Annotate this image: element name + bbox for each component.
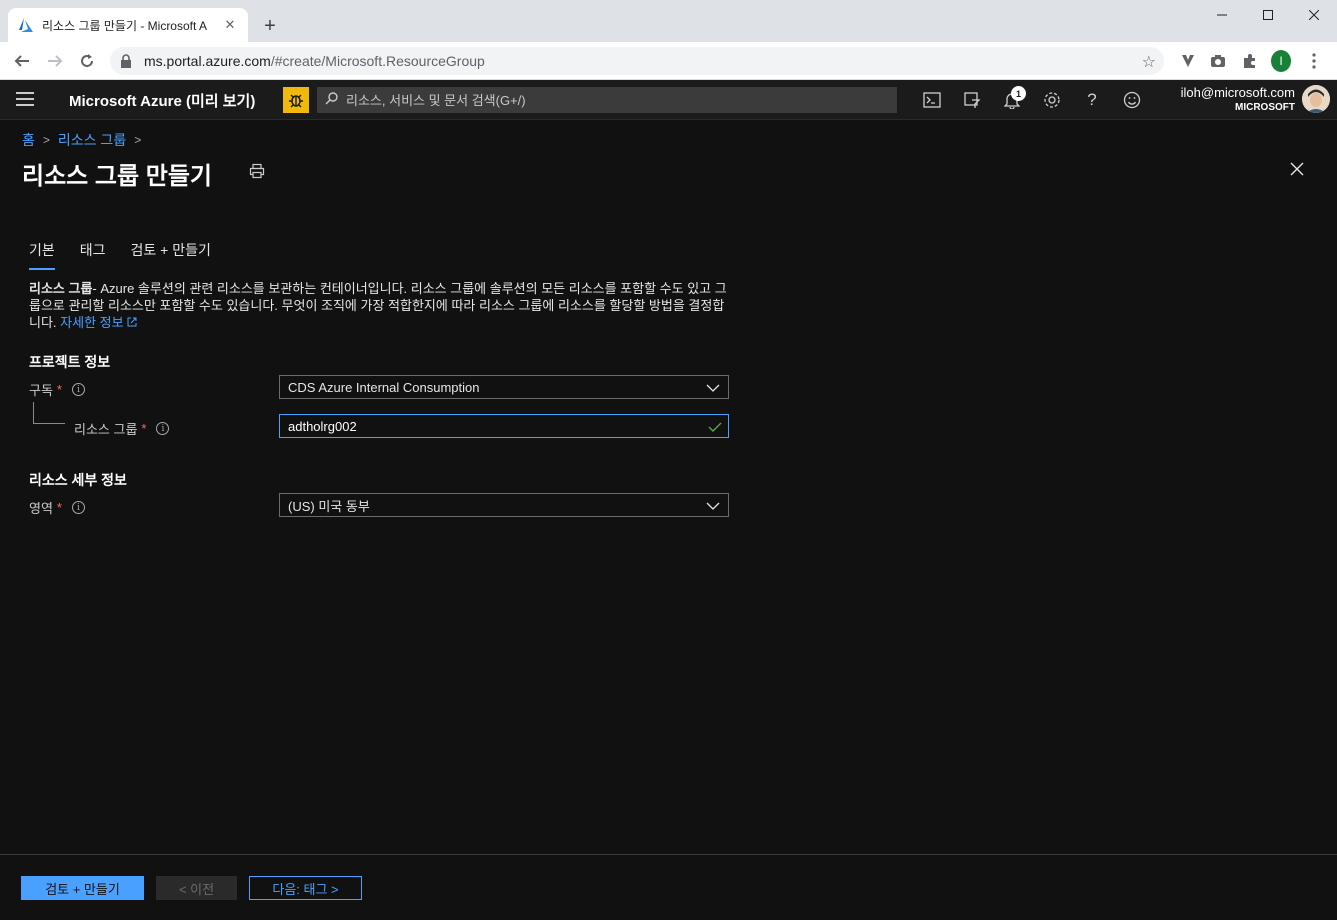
browser-tab-title: 리소스 그룹 만들기 - Microsoft A [42,18,208,33]
camera-icon[interactable] [1208,51,1228,71]
account-info[interactable]: iloh@microsoft.com MICROSOFT [1181,85,1295,113]
region-value: (US) 미국 동부 [288,498,370,514]
portal-menu-icon[interactable] [16,92,34,108]
global-search-input[interactable] [346,92,886,108]
review-create-button[interactable]: 검토 + 만들기 [21,876,144,900]
subscription-label: 구독 * i [29,380,85,399]
browser-toolbar: ms.portal.azure.com/#create/Microsoft.Re… [0,42,1337,80]
info-icon[interactable]: i [71,501,85,514]
breadcrumb-resource-groups[interactable]: 리소스 그룹 [58,130,126,150]
resource-group-field[interactable] [279,414,729,438]
azure-logo-icon [18,17,34,33]
chevron-down-icon [706,381,720,395]
azure-top-bar: Microsoft Azure (미리 보기) ? [0,80,1337,120]
info-icon[interactable]: i [156,422,170,435]
resource-group-label: 리소스 그룹 * i [74,419,170,438]
learn-more-link[interactable]: 자세한 정보 [60,315,137,330]
resource-details-heading: 리소스 세부 정보 [29,472,127,488]
close-icon[interactable] [1290,162,1310,182]
chevron-right-icon: > [134,133,142,147]
new-tab-button[interactable]: + [258,14,282,38]
next-tags-button[interactable]: 다음: 태그 > [249,876,362,900]
account-email: iloh@microsoft.com [1180,85,1295,100]
url-path: /#create/Microsoft.ResourceGroup [270,53,485,69]
tree-connector-line [33,402,65,424]
breadcrumb-home[interactable]: 홈 [22,130,35,150]
portal-brand[interactable]: Microsoft Azure (미리 보기) [69,90,255,111]
lock-icon [120,54,134,68]
browser-menu-icon[interactable] [1304,51,1324,71]
region-label: 영역 * i [29,498,85,517]
resource-group-input[interactable] [288,418,688,434]
description-text: 리소스 그룹- Azure 솔루션의 관련 리소스를 보관하는 컨테이너입니다.… [29,280,729,331]
extension-v-icon[interactable] [1178,51,1198,71]
chevron-down-icon [706,499,720,513]
directory-filter-icon[interactable] [962,90,982,110]
chevron-right-icon: > [42,133,50,147]
project-details-heading: 프로젝트 정보 [29,354,111,370]
settings-gear-icon[interactable] [1042,90,1062,110]
tab-review-create[interactable]: 검토 + 만들기 [131,240,211,270]
search-icon [325,92,338,108]
back-icon[interactable] [10,49,34,73]
reload-icon[interactable] [75,49,99,73]
tab-tags[interactable]: 태그 [80,240,106,270]
browser-tabstrip: 리소스 그룹 만들기 - Microsoft A ✕ + [0,0,1337,42]
description-bold: 리소스 그룹 [29,281,93,296]
subscription-dropdown[interactable]: CDS Azure Internal Consumption [279,375,729,399]
profile-avatar[interactable]: I [1271,50,1291,72]
tab-basics[interactable]: 기본 [29,240,55,270]
previous-button[interactable]: < 이전 [156,876,237,900]
feedback-smiley-icon[interactable] [1122,90,1142,110]
help-icon[interactable]: ? [1082,90,1102,110]
browser-tab[interactable]: 리소스 그룹 만들기 - Microsoft A ✕ [8,8,248,42]
user-avatar[interactable] [1302,85,1330,113]
print-icon[interactable] [249,163,267,181]
external-link-icon [127,317,137,327]
bookmark-star-icon[interactable]: ☆ [1142,52,1156,72]
region-dropdown[interactable]: (US) 미국 동부 [279,493,729,517]
wizard-footer: 검토 + 만들기 < 이전 다음: 태그 > [0,854,1337,920]
bug-icon[interactable] [283,87,309,113]
close-window-icon[interactable] [1291,0,1337,30]
maximize-window-icon[interactable] [1245,0,1291,30]
extensions-puzzle-icon[interactable] [1240,51,1260,71]
wizard-tabs: 기본 태그 검토 + 만들기 [29,240,211,270]
global-search-box[interactable] [317,87,897,113]
subscription-value: CDS Azure Internal Consumption [288,379,480,395]
info-icon[interactable]: i [71,383,85,396]
account-org: MICROSOFT [1235,102,1295,113]
checkmark-icon [708,420,722,434]
cloud-shell-icon[interactable] [922,90,942,110]
minimize-window-icon[interactable] [1199,0,1245,30]
breadcrumb: 홈 > 리소스 그룹 > [22,130,141,150]
address-bar[interactable]: ms.portal.azure.com/#create/Microsoft.Re… [110,47,1164,75]
tab-close-icon[interactable]: ✕ [222,17,238,33]
forward-icon[interactable] [43,49,67,73]
notification-count-badge: 1 [1011,86,1026,101]
url-host: ms.portal.azure.com [144,53,271,69]
profile-initial: I [1271,50,1291,72]
page-title: 리소스 그룹 만들기 [22,163,212,190]
